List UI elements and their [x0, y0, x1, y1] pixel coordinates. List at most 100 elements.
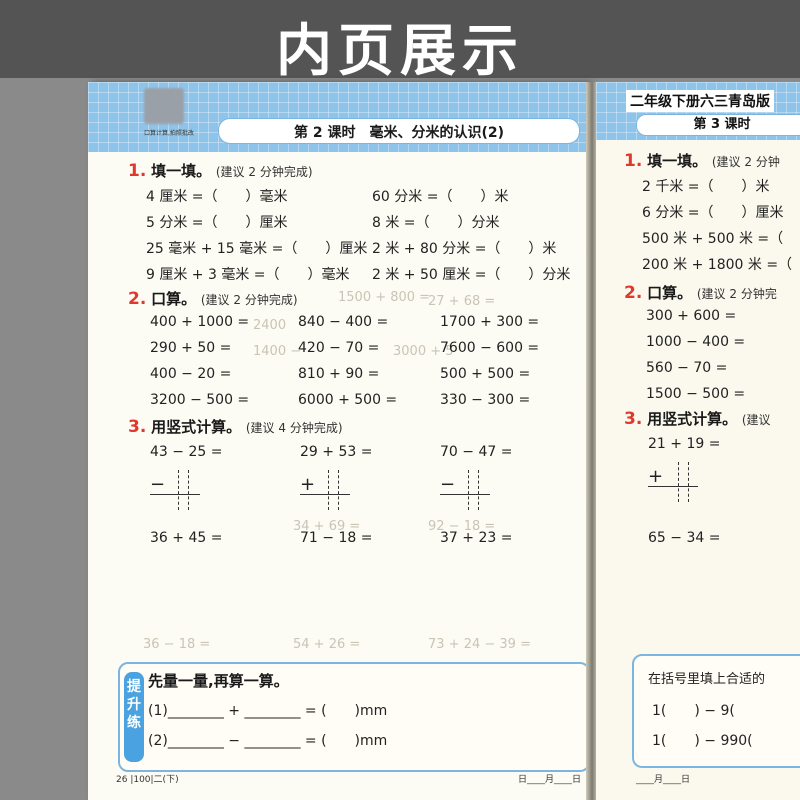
- section-number: 1.: [624, 151, 643, 171]
- ghost-text: 73 + 24 − 39 =: [428, 637, 531, 652]
- oral-item: 1500 − 500 =: [646, 386, 746, 402]
- calc-line: [648, 486, 698, 487]
- fill-item: 8 米 =（ ）分米: [372, 215, 500, 231]
- oral-item: 3200 − 500 =: [150, 392, 250, 408]
- section-hint: (建议 2 分钟完: [696, 287, 777, 301]
- fill-item: 1( ) − 9(: [652, 703, 735, 719]
- qr-caption: 口算计算,拍照批改: [144, 130, 194, 137]
- left-page: 口算计算,拍照批改 第 2 课时 毫米、分米的认识(2) 1500 + 800 …: [88, 82, 590, 800]
- lesson-title: 第 3 课时: [636, 114, 800, 136]
- fill-item: 9 厘米 + 3 毫米 =（ ）毫米: [146, 267, 350, 283]
- section-title: 用竖式计算。: [151, 418, 242, 436]
- section-hint: (建议 4 分钟完成): [245, 421, 343, 435]
- banner: 内页展示: [0, 0, 800, 84]
- section-2-heading: 2. 口算。 (建议 2 分钟完: [624, 282, 777, 303]
- fill-item: 2 米 + 50 厘米 =（ ）分米: [372, 267, 571, 283]
- vertical-calc-frame: −: [440, 470, 500, 510]
- vertical-calc-item: 29 + 53 =: [300, 444, 373, 460]
- section-2-heading: 2. 口算。 (建议 2 分钟完成): [128, 288, 298, 309]
- fill-item: 4 厘米 =（ ）毫米: [146, 189, 288, 205]
- ghost-text: 54 + 26 =: [293, 637, 361, 652]
- column-guide: [688, 462, 689, 502]
- oral-item: 1700 + 300 =: [440, 314, 540, 330]
- operator-sign: −: [150, 474, 166, 495]
- ghost-text: 1500 + 800 =: [338, 290, 431, 305]
- column-guide: [468, 470, 469, 510]
- vertical-calc-item: 71 − 18 =: [300, 530, 373, 546]
- column-guide: [188, 470, 189, 510]
- fill-item: 2 米 + 80 分米 =（ ）米: [372, 241, 557, 257]
- operator-sign: +: [300, 474, 316, 495]
- oral-item: 500 + 500 =: [440, 366, 531, 382]
- oral-item: 1000 − 400 =: [646, 334, 746, 350]
- section-hint: (建议 2 分钟完成): [200, 293, 298, 307]
- extension-title: 先量一量,再算一算。: [148, 672, 289, 690]
- ghost-text: 27 + 68 =: [428, 294, 496, 309]
- lesson-title: 第 2 课时 毫米、分米的认识(2): [293, 125, 505, 141]
- lesson-title-bar: 第 2 课时 毫米、分米的认识(2): [218, 118, 580, 144]
- measure-item: (1)________ + ________ = ( )mm: [148, 703, 388, 719]
- fill-item: 2 千米 =（ ）米: [642, 179, 770, 195]
- column-guide: [478, 470, 479, 510]
- oral-item: 400 + 1000 =: [150, 314, 250, 330]
- section-number: 2.: [624, 283, 643, 303]
- operator-sign: −: [440, 474, 456, 495]
- fill-item: 6 分米 =（ ）厘米: [642, 205, 784, 221]
- section-3-heading: 3. 用竖式计算。 (建议 4 分钟完成): [128, 416, 343, 437]
- column-guide: [178, 470, 179, 510]
- section-1-heading: 1. 填一填。 (建议 2 分钟: [624, 150, 780, 171]
- date-field: ____月____日: [636, 775, 691, 785]
- extension-label: 提升练: [124, 672, 144, 762]
- fill-item: 5 分米 =（ ）厘米: [146, 215, 288, 231]
- fill-item: 25 毫米 + 15 毫米 =（ ）厘米: [146, 241, 368, 257]
- column-guide: [328, 470, 329, 510]
- oral-item: 300 + 600 =: [646, 308, 737, 324]
- section-hint: (建议 2 分钟完成): [215, 165, 313, 179]
- section-hint: (建议: [741, 413, 771, 427]
- extension-title: 在括号里填上合适的: [648, 672, 766, 687]
- fill-item: 1( ) − 990(: [652, 733, 753, 749]
- ghost-text: 2400: [253, 318, 287, 333]
- ghost-text: 36 − 18 =: [143, 637, 211, 652]
- section-title: 填一填。: [151, 162, 212, 180]
- vertical-calc-item: 36 + 45 =: [150, 530, 223, 546]
- column-guide: [338, 470, 339, 510]
- section-3-heading: 3. 用竖式计算。 (建议: [624, 408, 771, 429]
- calc-line: [300, 494, 350, 495]
- section-hint: (建议 2 分钟: [711, 155, 780, 169]
- section-title: 填一填。: [647, 152, 708, 170]
- oral-item: 6000 + 500 =: [298, 392, 398, 408]
- oral-item: 290 + 50 =: [150, 340, 232, 356]
- oral-item: 840 − 400 =: [298, 314, 389, 330]
- page-number: 26 |100|二(下): [116, 775, 179, 785]
- fill-item: 60 分米 =（ ）米: [372, 189, 509, 205]
- right-page: 二年级下册六三青岛版 第 3 课时 1. 填一填。 (建议 2 分钟 2 千米 …: [596, 82, 800, 800]
- vertical-calc-frame: +: [648, 462, 708, 502]
- operator-sign: +: [648, 466, 664, 487]
- section-number: 3.: [624, 409, 643, 429]
- calc-line: [150, 494, 200, 495]
- date-field: 日____月____日: [518, 775, 582, 785]
- oral-item: 420 − 70 =: [298, 340, 380, 356]
- section-number: 3.: [128, 417, 147, 437]
- vertical-calc-item: 70 − 47 =: [440, 444, 513, 460]
- vertical-calc-item: 65 − 34 =: [648, 530, 721, 546]
- banner-title: 内页展示: [276, 19, 524, 84]
- vertical-calc-frame: −: [150, 470, 210, 510]
- ghost-text: 1400 −: [253, 344, 302, 359]
- vertical-calc-item: 37 + 23 =: [440, 530, 513, 546]
- measure-item: (2)________ − ________ = ( )mm: [148, 733, 388, 749]
- oral-item: 7600 − 600 =: [440, 340, 540, 356]
- oral-item: 400 − 20 =: [150, 366, 232, 382]
- section-number: 1.: [128, 161, 147, 181]
- section-number: 2.: [128, 289, 147, 309]
- column-guide: [678, 462, 679, 502]
- vertical-calc-item: 21 + 19 =: [648, 436, 721, 452]
- fill-item: 500 米 + 500 米 =（: [642, 231, 784, 247]
- section-title: 用竖式计算。: [647, 410, 738, 428]
- calc-line: [440, 494, 490, 495]
- section-title: 口算。: [647, 284, 693, 302]
- qr-code: [144, 88, 184, 124]
- vertical-calc-item: 43 − 25 =: [150, 444, 223, 460]
- grade-header: 二年级下册六三青岛版: [626, 90, 774, 112]
